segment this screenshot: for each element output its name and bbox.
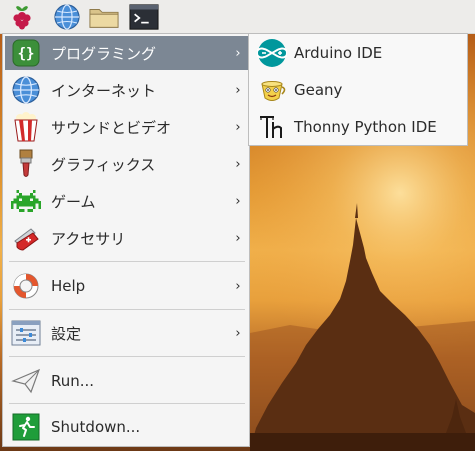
menu-separator (9, 403, 245, 404)
pocketknife-icon (14, 228, 39, 251)
menu-item-sound-video[interactable]: サウンドとビデオ › (5, 110, 248, 144)
geany-icon (261, 81, 286, 101)
submenu-item-arduino-ide[interactable]: Arduino IDE (252, 36, 464, 70)
arduino-icon (257, 39, 287, 67)
menu-separator (9, 356, 245, 357)
menu-separator (9, 261, 245, 262)
application-menu: {} プログラミング › インターネット › サウンドとビデオ › グラフィック… (2, 33, 250, 447)
popcorn-icon (14, 112, 38, 142)
menu-item-label: Run... (51, 372, 95, 390)
raspberry-menu-button[interactable] (7, 2, 37, 31)
programming-submenu: Arduino IDE Geany Thonny Python IDE (248, 33, 468, 146)
submenu-arrow-icon: › (235, 230, 241, 246)
menu-item-programming[interactable]: {} プログラミング › (5, 36, 248, 70)
menu-item-label: アクセサリ (51, 229, 126, 248)
menu-item-label: グラフィックス (51, 155, 156, 174)
menu-item-label: ゲーム (51, 192, 96, 211)
paintbrush-icon (19, 149, 33, 177)
settings-panel-icon (11, 320, 41, 346)
menu-item-graphics[interactable]: グラフィックス › (5, 147, 248, 181)
menu-item-run[interactable]: Run... (5, 364, 248, 398)
submenu-item-thonny[interactable]: Thonny Python IDE (252, 110, 464, 144)
svg-text:{}: {} (18, 46, 35, 62)
paper-plane-icon (11, 368, 41, 394)
menu-item-label: プログラミング (51, 44, 157, 63)
menu-item-label: Shutdown... (51, 418, 141, 436)
submenu-arrow-icon: › (235, 119, 241, 135)
menu-item-label: 設定 (51, 324, 82, 343)
menu-item-games[interactable]: ゲーム › (5, 184, 248, 218)
terminal-icon (129, 3, 159, 30)
menu-item-shutdown[interactable]: Shutdown... (5, 410, 248, 444)
taskbar (0, 0, 475, 34)
submenu-item-label: Thonny Python IDE (294, 118, 437, 136)
code-braces-icon: {} (12, 39, 40, 67)
raspberry-menu-icon (13, 5, 31, 29)
submenu-arrow-icon: › (235, 82, 241, 98)
file-manager-button[interactable] (89, 2, 119, 31)
submenu-item-geany[interactable]: Geany (252, 73, 464, 107)
menu-item-help[interactable]: Help › (5, 269, 248, 303)
menu-item-accessories[interactable]: アクセサリ › (5, 221, 248, 255)
menu-item-label: Help (51, 277, 86, 295)
submenu-arrow-icon: › (235, 45, 241, 61)
menu-item-label: サウンドとビデオ (51, 118, 172, 137)
folder-icon (89, 8, 119, 28)
submenu-item-label: Arduino IDE (294, 44, 383, 62)
submenu-arrow-icon: › (235, 193, 241, 209)
submenu-arrow-icon: › (235, 278, 241, 294)
menu-item-settings[interactable]: 設定 › (5, 316, 248, 350)
submenu-arrow-icon: › (235, 325, 241, 341)
menu-separator (9, 309, 245, 310)
menu-item-internet[interactable]: インターネット › (5, 73, 248, 107)
globe-icon (12, 76, 40, 104)
web-browser-button[interactable] (52, 2, 82, 31)
thonny-icon (260, 116, 282, 138)
submenu-arrow-icon: › (235, 156, 241, 172)
invader-icon (11, 190, 41, 212)
lifebuoy-icon (13, 273, 39, 299)
terminal-button[interactable] (129, 2, 159, 31)
submenu-item-label: Geany (294, 81, 343, 99)
menu-item-label: インターネット (51, 81, 157, 100)
exit-icon (12, 413, 40, 441)
globe-icon (54, 3, 80, 30)
